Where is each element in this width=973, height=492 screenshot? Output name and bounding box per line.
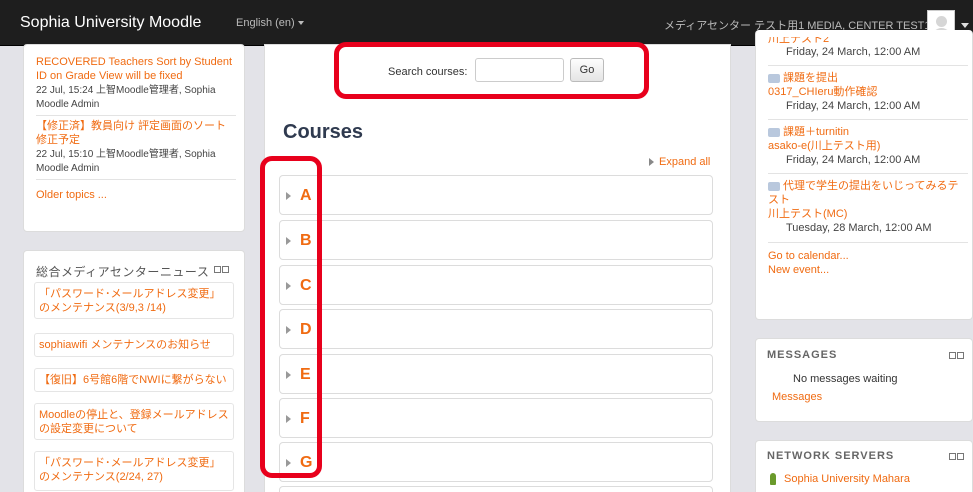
highlight-course-letters: [260, 156, 322, 478]
block-title: NETWORK SERVERS: [767, 450, 895, 462]
news-item[interactable]: 「パスワード･メールアドレス変更」のメンテナンス(2/24, 27): [34, 451, 234, 491]
divider: [36, 179, 236, 180]
block-title: 総合メディアセンターニュース: [36, 265, 210, 279]
expand-all-label: Expand all: [659, 156, 711, 168]
news-link[interactable]: 【復旧】6号館6階でNWIに繋がらない: [39, 374, 227, 386]
forum-post-meta: 22 Jul, 15:24 上智Moodle管理者, Sophia Moodle…: [36, 85, 216, 110]
expand-all-link[interactable]: Expand all: [649, 156, 710, 168]
event-link[interactable]: 課題＋turnitin: [783, 126, 849, 138]
expand-icon: [649, 158, 654, 167]
course-category-a[interactable]: A: [279, 175, 713, 215]
mahara-link[interactable]: Sophia University Mahara: [784, 473, 910, 485]
event-date: Friday, 24 March, 12:00 AM: [786, 46, 921, 58]
chevron-down-icon[interactable]: [961, 23, 969, 28]
event-course-link[interactable]: 川上テスト(MC): [768, 207, 968, 221]
chevron-down-icon: [297, 21, 304, 26]
course-category-c[interactable]: C: [279, 265, 713, 305]
news-item[interactable]: Moodleの停止と、登録メールアドレスの設定変更について: [34, 403, 234, 440]
assignment-icon: [768, 127, 780, 137]
block-controls-icon[interactable]: [949, 453, 966, 462]
new-event-link[interactable]: New event...: [768, 263, 968, 277]
network-servers-block: NETWORK SERVERS Sophia University Mahara: [755, 440, 973, 492]
go-to-calendar-link[interactable]: Go to calendar...: [768, 249, 968, 263]
no-messages-text: No messages waiting: [793, 373, 898, 385]
forum-post-meta: 22 Jul, 15:10 上智Moodle管理者, Sophia Moodle…: [36, 149, 216, 174]
divider: [768, 119, 968, 120]
block-title: MESSAGES: [767, 349, 838, 361]
language-label: English (en): [236, 17, 295, 29]
divider: [768, 65, 968, 66]
highlight-search-box: [334, 42, 649, 99]
event-date: Tuesday, 28 March, 12:00 AM: [786, 222, 932, 234]
divider: [36, 115, 236, 116]
news-link[interactable]: 「パスワード･メールアドレス変更」のメンテナンス(2/24, 27): [39, 457, 221, 483]
course-category-d[interactable]: D: [279, 309, 713, 349]
event-course-link[interactable]: 0317_CHIeru動作確認: [768, 85, 968, 99]
page-title: Courses: [283, 121, 364, 143]
assignment-icon: [768, 73, 780, 83]
course-category-b[interactable]: B: [279, 220, 713, 260]
event-date: Friday, 24 March, 12:00 AM: [786, 100, 921, 112]
site-brand[interactable]: Sophia University Moodle: [20, 14, 201, 32]
messages-link[interactable]: Messages: [772, 391, 822, 403]
media-news-block: 総合メディアセンターニュース 「パスワード･メールアドレス変更」のメンテナンス(…: [23, 250, 245, 492]
forum-post-link[interactable]: RECOVERED Teachers Sort by Student ID on…: [36, 55, 236, 83]
news-item[interactable]: sophiawifi メンテナンスのお知らせ: [34, 333, 234, 357]
mahara-icon: [770, 473, 776, 486]
event-link[interactable]: 課題を提出: [783, 72, 838, 84]
upcoming-events-block: 川上テスト2 Friday, 24 March, 12:00 AM 課題を提出 …: [755, 30, 973, 320]
event-course-link[interactable]: asako-e(川上テスト用): [768, 139, 968, 153]
block-controls-icon[interactable]: [214, 266, 231, 275]
language-menu[interactable]: English (en): [236, 17, 304, 29]
news-link[interactable]: Moodleの停止と、登録メールアドレスの設定変更について: [39, 409, 229, 435]
news-item[interactable]: 【復旧】6号館6階でNWIに繋がらない: [34, 368, 234, 392]
messages-block: MESSAGES No messages waiting Messages: [755, 338, 973, 422]
news-link[interactable]: 「パスワード･メールアドレス変更」のメンテナンス(3/9,3 /14): [39, 288, 221, 314]
event-course-link[interactable]: 川上テスト2: [768, 37, 968, 45]
news-link[interactable]: sophiawifi メンテナンスのお知らせ: [39, 339, 211, 351]
older-topics-link[interactable]: Older topics ...: [36, 188, 236, 202]
news-item[interactable]: 「パスワード･メールアドレス変更」のメンテナンス(3/9,3 /14): [34, 282, 234, 319]
user-icon: [936, 16, 947, 27]
divider: [768, 242, 968, 243]
course-category-e[interactable]: E: [279, 354, 713, 394]
event-link[interactable]: 代理で学生の提出をいじってみるテスト: [768, 180, 958, 206]
divider: [768, 173, 968, 174]
assignment-icon: [768, 181, 780, 191]
block-controls-icon[interactable]: [949, 352, 966, 361]
course-category-g[interactable]: G: [279, 442, 713, 482]
course-category-partial: [279, 486, 713, 492]
event-date: Friday, 24 March, 12:00 AM: [786, 154, 921, 166]
course-category-f[interactable]: F: [279, 398, 713, 438]
forum-post-link[interactable]: 【修正済】教員向け 評定画面のソート修正予定: [36, 119, 236, 147]
forum-block: RECOVERED Teachers Sort by Student ID on…: [23, 44, 245, 232]
